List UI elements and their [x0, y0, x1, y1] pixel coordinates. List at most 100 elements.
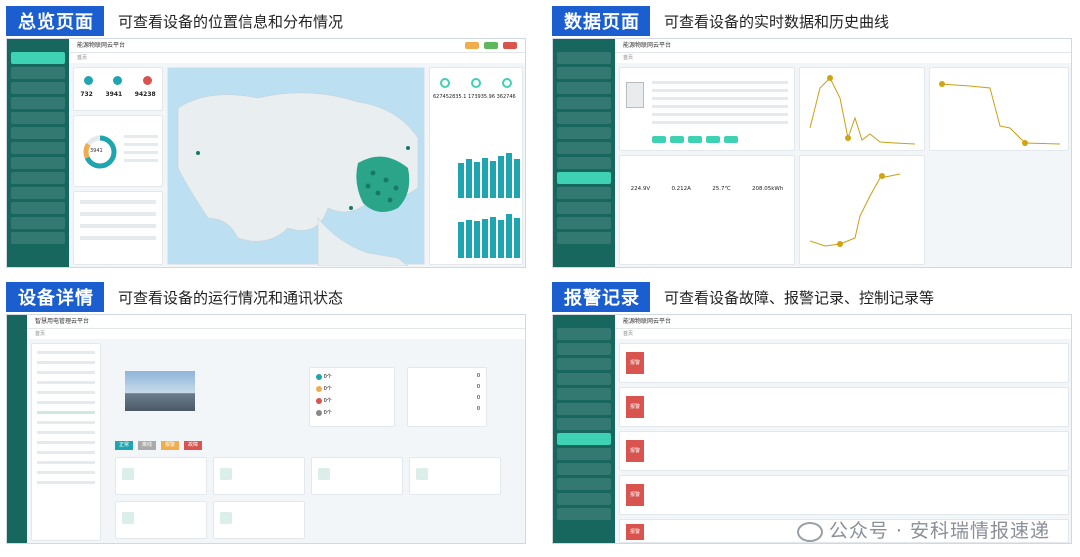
breadcrumb-home[interactable]: 首页 [623, 331, 633, 337]
breadcrumb-home[interactable]: 首页 [623, 55, 633, 61]
sidebar-item[interactable] [11, 157, 65, 169]
device-card[interactable] [213, 457, 305, 495]
sidebar-item[interactable] [557, 112, 611, 124]
stat-value: 3941 [105, 91, 123, 98]
sidebar-item[interactable] [557, 157, 611, 169]
sidebar-item[interactable] [11, 172, 65, 184]
sidebar-item[interactable] [557, 127, 611, 139]
alert-pill[interactable] [465, 42, 480, 49]
sidebar-item[interactable] [11, 142, 65, 154]
filter-alarm-button[interactable]: 报警 [161, 441, 179, 450]
curve-line-3 [809, 173, 901, 247]
sidebar-item[interactable] [557, 403, 611, 415]
action-button[interactable] [724, 136, 738, 143]
sidebar-item[interactable] [11, 202, 65, 214]
breadcrumb: 首页 [615, 329, 1071, 339]
alarm-row[interactable]: 报警 [619, 343, 1069, 383]
breadcrumb: 首页 [69, 53, 525, 63]
sidebar-item[interactable] [557, 343, 611, 355]
app-title: 能源物联网云平台 [623, 42, 672, 49]
curve-line-1 [809, 75, 916, 145]
sidebar-item[interactable] [557, 373, 611, 385]
sidebar-item[interactable] [11, 97, 65, 109]
sidebar-item[interactable] [557, 97, 611, 109]
filter-offline-button[interactable]: 离线 [138, 441, 156, 450]
sidebar-item[interactable] [557, 388, 611, 400]
sidebar-item[interactable] [557, 187, 611, 199]
history-curve[interactable] [929, 67, 1069, 151]
sidebar-item[interactable] [557, 508, 611, 520]
sidebar-item[interactable] [557, 358, 611, 370]
meter-icon [501, 78, 512, 88]
action-button[interactable] [688, 136, 702, 143]
sidebar-item[interactable] [11, 127, 65, 139]
sidebar-item[interactable] [557, 232, 611, 244]
breadcrumb-home[interactable]: 首页 [35, 331, 45, 337]
sidebar-item[interactable] [11, 232, 65, 244]
app-title: 智慧用电管理云平台 [35, 318, 90, 325]
reading-temperature: 25.7℃ [712, 186, 731, 192]
filter-fault-button[interactable]: 故障 [184, 441, 202, 450]
app-topbar: 能源物联网云平台 [69, 39, 525, 53]
sidebar-item[interactable] [11, 112, 65, 124]
stat-value: 94238 [134, 91, 156, 98]
history-curve[interactable] [799, 67, 925, 151]
device-map[interactable] [167, 67, 425, 267]
energy-bar-chart-2 [458, 210, 520, 258]
sidebar-item[interactable] [11, 217, 65, 229]
offline-icon [316, 409, 322, 416]
breadcrumb-home[interactable]: 首页 [77, 55, 87, 61]
sidebar-item[interactable] [557, 418, 611, 430]
panel-data: 数据页面 可查看设备的实时数据和历史曲线 能源物联网云平台 首页 224.9V … [552, 6, 1072, 271]
sidebar-item[interactable] [557, 82, 611, 94]
sidebar-item[interactable] [557, 217, 611, 229]
sidebar-item[interactable] [557, 448, 611, 460]
sidebar-item[interactable] [557, 493, 611, 505]
panel-header: 报警记录 可查看设备故障、报警记录、控制记录等 [552, 282, 1072, 312]
sidebar-item[interactable] [557, 478, 611, 490]
sidebar-item[interactable] [11, 52, 65, 64]
device-card[interactable] [213, 501, 305, 539]
device-info-card [619, 67, 795, 151]
filter-normal-button[interactable]: 正常 [115, 441, 133, 450]
sidebar-item[interactable] [557, 52, 611, 64]
sidebar-item[interactable] [557, 172, 611, 184]
action-button[interactable] [670, 136, 684, 143]
app-topbar: 能源物联网云平台 [615, 39, 1071, 53]
count-value: 0个 [323, 386, 332, 392]
sidebar-item[interactable] [557, 328, 611, 340]
donut-center-value: 3941 [90, 148, 103, 154]
device-card[interactable] [409, 457, 501, 495]
app-title: 能源物联网云平台 [77, 42, 126, 49]
count-value: 0个 [323, 374, 332, 380]
action-button[interactable] [652, 136, 666, 143]
sidebar-item[interactable] [11, 187, 65, 199]
sidebar-item[interactable] [11, 67, 65, 79]
count-value: 0 [476, 395, 480, 401]
device-card[interactable] [311, 457, 403, 495]
project-icon [84, 76, 94, 85]
device-card[interactable] [115, 457, 207, 495]
watermark: 公众号 · 安科瑞情报速递 [796, 516, 1050, 543]
readings-card: 224.9V 0.212A 25.7℃ 208.05kWh [619, 155, 795, 265]
alarm-row[interactable]: 报警 [619, 475, 1069, 515]
sidebar-item[interactable] [557, 433, 611, 445]
stats-card: 732 3941 94238 [73, 67, 163, 111]
sidebar-item[interactable] [557, 142, 611, 154]
alert-pill[interactable] [503, 42, 517, 49]
sidebar-item[interactable] [557, 202, 611, 214]
alarm-row[interactable]: 报警 [619, 431, 1069, 471]
alarm-row[interactable]: 报警 [619, 387, 1069, 427]
energy-totals: 627452835.1 173935.96 362746 [433, 94, 516, 100]
alarm-badge: 报警 [626, 352, 644, 374]
history-curve[interactable] [799, 155, 925, 265]
device-card[interactable] [115, 501, 207, 539]
online-icon [316, 373, 322, 380]
sidebar-item[interactable] [557, 463, 611, 475]
alert-pill[interactable] [484, 42, 499, 49]
sidebar-item[interactable] [11, 82, 65, 94]
sidebar-item[interactable] [557, 67, 611, 79]
panel-tag: 报警记录 [552, 282, 650, 312]
action-button[interactable] [706, 136, 720, 143]
device-tree[interactable] [31, 343, 101, 541]
